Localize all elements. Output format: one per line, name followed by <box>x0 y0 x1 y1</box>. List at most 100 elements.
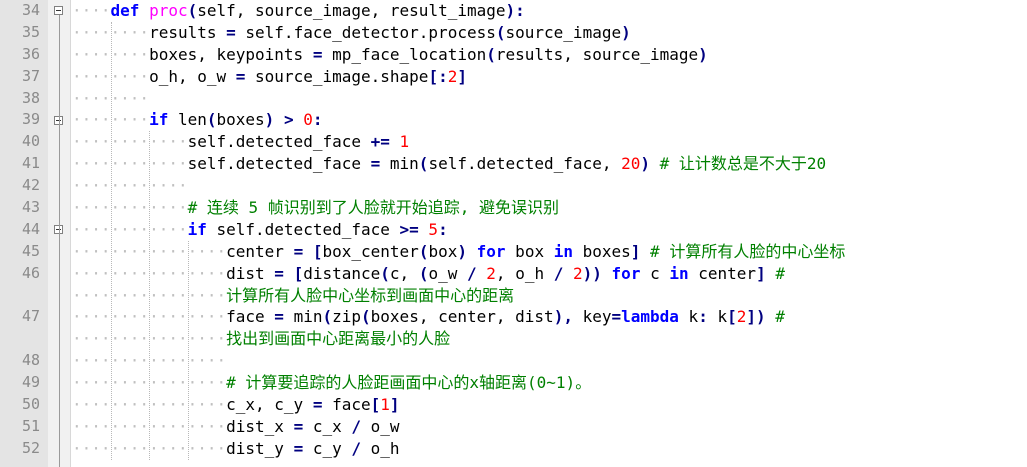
code-line[interactable]: 40 ············self.detected_face += 1 <box>0 131 1027 153</box>
code-text: ················dist_x = c_x / o_w <box>72 416 400 438</box>
code-line[interactable]: 48 ················ <box>0 350 1027 372</box>
code-token: self.detected_face <box>206 219 400 239</box>
code-token: ( <box>418 154 429 174</box>
line-number: 44 <box>21 219 40 238</box>
code-line[interactable]: 41 ············self.detected_face = min(s… <box>0 153 1027 175</box>
code-token: += <box>370 132 390 152</box>
code-token: [ <box>293 263 304 283</box>
line-number: 41 <box>21 154 40 173</box>
code-text: ················计算所有人脸中心坐标到画面中心的距离 <box>72 285 514 307</box>
code-line[interactable]: 36 ········boxes, keypoints = mp_face_loc… <box>0 44 1027 66</box>
line-number: 52 <box>21 438 40 457</box>
code-token: ): <box>505 1 525 20</box>
code-token: ), <box>553 307 573 327</box>
code-line[interactable]: 44 ············if self.detected_face >= 5… <box>0 219 1027 241</box>
code-token: : <box>312 110 323 130</box>
code-line[interactable]: 34 ····def proc(self, source_image, resul… <box>0 0 1027 22</box>
code-line[interactable]: 46 ················dist = [distance(c, (o… <box>0 263 1027 285</box>
code-line[interactable]: ················找出到画面中心距离最小的人脸 <box>0 328 1027 350</box>
code-token: distance <box>303 263 381 283</box>
code-token: results, source_image <box>495 44 699 64</box>
code-editor[interactable]: 34 ····def proc(self, source_image, resul… <box>0 0 1027 467</box>
code-token: c_y <box>303 438 352 458</box>
code-line[interactable]: 38 ········ <box>0 88 1027 110</box>
code-text: ················face = min(zip(boxes, ce… <box>72 306 785 328</box>
line-number: 45 <box>21 241 40 260</box>
code-text: ················dist = [distance(c, (o_w… <box>72 263 785 285</box>
code-token: ( <box>418 241 429 261</box>
code-token: = <box>293 241 304 261</box>
code-text: ················dist_y = c_y / o_h <box>72 438 400 460</box>
code-token: source_image <box>505 22 622 42</box>
code-token: o_h <box>361 438 400 458</box>
code-token: ) <box>264 110 275 130</box>
code-line[interactable]: 51 ················dist_x = c_x / o_w <box>0 416 1027 438</box>
code-token: / <box>467 263 477 283</box>
line-number: 35 <box>21 22 40 41</box>
code-line[interactable]: 42 ············ <box>0 175 1027 197</box>
code-lines[interactable]: 34 ····def proc(self, source_image, resul… <box>0 0 1027 460</box>
code-token: 1 <box>380 395 390 415</box>
code-token: / <box>351 438 362 458</box>
code-line[interactable]: 39 ········if len(boxes) > 0: <box>0 109 1027 131</box>
code-token: 20 <box>621 154 641 174</box>
code-token: key <box>572 307 612 327</box>
code-text: ····def proc(self, source_image, result_… <box>72 0 525 22</box>
code-token: if <box>149 110 169 130</box>
code-token: # 计算所有人脸的中心坐标 <box>640 241 846 261</box>
code-token: len <box>168 110 207 130</box>
code-line[interactable]: 50 ················c_x, c_y = face[1] <box>0 394 1027 416</box>
code-token: ( <box>322 307 333 327</box>
code-token: ] <box>630 241 641 261</box>
code-line[interactable]: 43 ············# 连续 5 帧识别到了人脸就开始追踪, 避免误识别 <box>0 197 1027 219</box>
indent-whitespace: ············ <box>72 132 188 152</box>
code-token: >= <box>399 219 419 239</box>
code-token: ) <box>621 22 631 42</box>
code-text: ············if self.detected_face >= 5: <box>72 219 448 241</box>
code-line[interactable]: 37 ········o_h, o_w = source_image.shape[… <box>0 66 1027 88</box>
code-token: in <box>669 263 689 283</box>
code-line[interactable]: 49 ················# 计算要追踪的人脸距画面中心的x轴距离(0… <box>0 372 1027 394</box>
code-token: c_x <box>303 416 352 436</box>
code-token: 5 <box>428 219 439 239</box>
code-line[interactable]: 45 ················center = [box_center(b… <box>0 241 1027 263</box>
code-token: boxes, keypoints <box>149 44 313 64</box>
line-number: 47 <box>21 307 40 326</box>
code-line[interactable]: 47 ················face = min(zip(boxes, … <box>0 306 1027 328</box>
code-token: face <box>226 307 275 327</box>
line-number: 46 <box>21 263 40 282</box>
code-token: box_center <box>322 241 419 261</box>
code-token: # 计算要追踪的人脸距画面中心的x轴距离(0~1)。 <box>226 373 592 393</box>
code-token: ( <box>206 110 217 130</box>
code-token: in <box>553 241 573 261</box>
code-token: c <box>640 263 670 283</box>
fold-toggle-icon[interactable] <box>54 6 63 15</box>
code-token: o_w <box>428 263 467 283</box>
code-token: box <box>505 241 554 261</box>
line-number: 37 <box>21 66 40 85</box>
code-token: = <box>235 66 246 86</box>
code-text: ············ <box>72 175 188 197</box>
code-token: c_x, c_y <box>226 395 313 415</box>
code-token: ) <box>698 44 708 64</box>
code-token: ) <box>640 154 650 174</box>
code-text: ················找出到画面中心距离最小的人脸 <box>72 328 450 350</box>
code-line[interactable]: 35 ········results = self.face_detector.p… <box>0 22 1027 44</box>
code-token: min <box>380 154 419 174</box>
code-line[interactable]: ················计算所有人脸中心坐标到画面中心的距离 <box>0 285 1027 307</box>
line-number: 43 <box>21 198 40 217</box>
code-token: )) <box>582 263 602 283</box>
code-token: boxes <box>572 241 631 261</box>
indent-guide <box>187 240 189 460</box>
code-token: self.detected_face <box>187 132 371 152</box>
code-token: center <box>688 263 757 283</box>
code-token: ( <box>187 1 198 20</box>
code-token: = <box>274 263 284 283</box>
line-number: 48 <box>21 351 40 370</box>
code-line[interactable]: 52 ················dist_y = c_y / o_h <box>0 438 1027 460</box>
line-number: 51 <box>21 416 40 435</box>
